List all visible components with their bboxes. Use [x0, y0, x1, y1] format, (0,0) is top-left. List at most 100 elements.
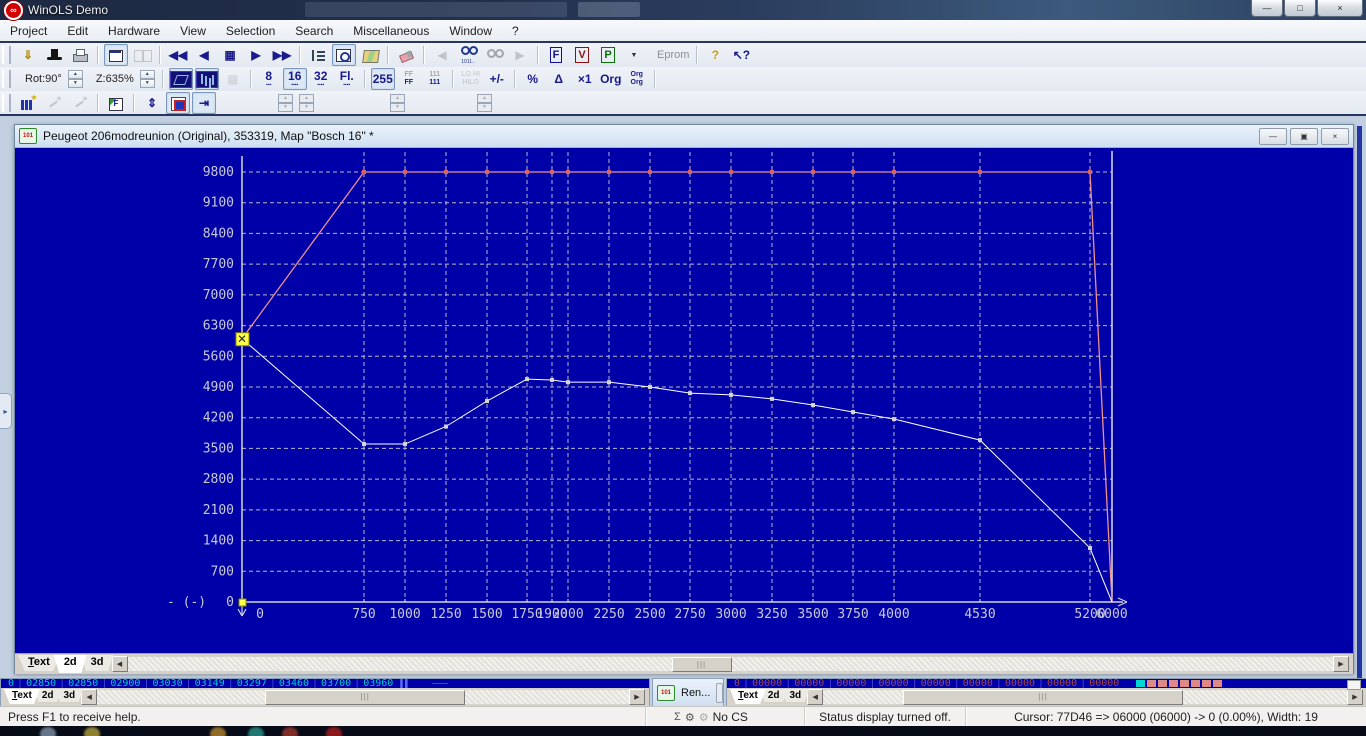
- view-2d-icon[interactable]: [195, 68, 219, 90]
- go-last-icon[interactable]: ▶▶: [270, 44, 294, 66]
- spinner-up-icon[interactable]: ▲: [299, 94, 314, 103]
- maximize-button[interactable]: □: [1284, 0, 1316, 17]
- percent-view-icon[interactable]: P: [596, 44, 620, 66]
- spinner-up-icon[interactable]: ▲: [390, 94, 405, 103]
- map-wizard-icon[interactable]: [16, 92, 40, 114]
- eraser-icon[interactable]: [394, 44, 418, 66]
- scrollbar-thumb[interactable]: |||: [265, 690, 465, 705]
- close-button[interactable]: ×: [1317, 0, 1363, 17]
- import-icon[interactable]: ⇓: [16, 44, 40, 66]
- decimal-display-icon[interactable]: 255: [371, 68, 395, 90]
- binary-display-icon[interactable]: 111111: [423, 68, 447, 90]
- spinner-down-icon[interactable]: ▼: [477, 103, 492, 112]
- background-window-right[interactable]: 0|00000|00000|00000|00000|00000|00000|00…: [726, 678, 1366, 708]
- taskbar-app-icon[interactable]: [210, 727, 226, 736]
- toolbar-grip[interactable]: [2, 70, 11, 88]
- map-window-titlebar[interactable]: 101 Peugeot 206modreunion (Original), 35…: [15, 125, 1353, 148]
- scrollbar-track[interactable]: |||: [97, 690, 629, 704]
- map-2d-chart[interactable]: 0700140021002800350042004900560063007000…: [15, 148, 1349, 653]
- print-icon[interactable]: [68, 44, 92, 66]
- factor-icon[interactable]: ×1: [573, 68, 597, 90]
- axis-spinner-a[interactable]: ▲▼: [278, 94, 293, 112]
- tab-text[interactable]: Text: [4, 689, 40, 704]
- spinner-up-icon[interactable]: ▲: [477, 94, 492, 103]
- spinner-up-icon[interactable]: ▲: [68, 70, 83, 79]
- menu-item-miscellaneous[interactable]: Miscellaneous: [343, 22, 439, 40]
- cell-value[interactable]: 0: [8, 679, 14, 688]
- percent-display-icon[interactable]: %: [521, 68, 545, 90]
- search-forward-icon[interactable]: ▶: [508, 44, 532, 66]
- cell-value[interactable]: 02850: [68, 679, 98, 688]
- windows-taskbar[interactable]: [0, 726, 1366, 736]
- view-3d-icon[interactable]: [169, 68, 193, 90]
- panel-flyout-handle[interactable]: ▸: [0, 393, 12, 429]
- column-width-icon[interactable]: ⇥: [192, 92, 216, 114]
- tab-3d[interactable]: 3d: [782, 689, 810, 702]
- cell-value[interactable]: 03460: [279, 679, 309, 688]
- app-titlebar[interactable]: ∞ WinOLS Demo —□×: [0, 0, 1366, 20]
- new-window-icon[interactable]: [104, 44, 128, 66]
- menu-item-search[interactable]: Search: [285, 22, 343, 40]
- map-wizard-3-icon[interactable]: [68, 92, 92, 114]
- scroll-right-icon[interactable]: ▶: [629, 689, 645, 705]
- search-binoculars-icon[interactable]: 1011..: [456, 44, 480, 66]
- scrollbar-thumb[interactable]: |||: [903, 690, 1183, 705]
- toolbar-grip[interactable]: [2, 46, 11, 64]
- taskbar-app-icon[interactable]: [248, 727, 264, 736]
- cell-value[interactable]: 00000: [921, 679, 951, 688]
- insert-map-icon[interactable]: [104, 92, 128, 114]
- map-2d-view[interactable]: 0700140021002800350042004900560063007000…: [15, 148, 1353, 653]
- project-tree-icon[interactable]: [306, 44, 330, 66]
- cell-value[interactable]: 03700: [321, 679, 351, 688]
- difference-icon[interactable]: Δ: [547, 68, 571, 90]
- word-16-icon[interactable]: 16▪▪▪▪: [283, 68, 307, 90]
- hex-display-icon[interactable]: FFFF: [397, 68, 421, 90]
- spinner-up-icon[interactable]: ▲: [140, 70, 155, 79]
- cell-value[interactable]: 02850: [26, 679, 56, 688]
- cell-value[interactable]: 00000: [1089, 679, 1119, 688]
- signed-icon[interactable]: +/-: [485, 68, 509, 90]
- zoom-spinner[interactable]: ▲▼: [140, 70, 155, 88]
- scrollbar-track[interactable]: |||: [128, 657, 1334, 671]
- background-window-left[interactable]: 0|02850|02850|02900|03030|03149|03297|03…: [0, 678, 650, 708]
- tab-3d[interactable]: 3d: [56, 689, 84, 702]
- demo-hat-icon[interactable]: [42, 44, 66, 66]
- taskbar-start-orb[interactable]: [40, 727, 56, 736]
- menu-item-[interactable]: ?: [502, 22, 529, 40]
- minimize-button[interactable]: —: [1251, 0, 1283, 17]
- map-list-icon[interactable]: [358, 44, 382, 66]
- cell-value[interactable]: 00000: [963, 679, 993, 688]
- dword-32-icon[interactable]: 32▪▪▪▪: [309, 68, 333, 90]
- tab-2d[interactable]: 2d: [54, 655, 87, 673]
- frame-map-icon[interactable]: [166, 92, 190, 114]
- go-first-icon[interactable]: ◀◀: [166, 44, 190, 66]
- cell-value[interactable]: 03297: [237, 679, 267, 688]
- preview-window-icon[interactable]: [332, 44, 356, 66]
- menu-item-hardware[interactable]: Hardware: [98, 22, 170, 40]
- background-window-button[interactable]: [1347, 680, 1361, 690]
- byte-order-icon[interactable]: LO HIHILO: [459, 68, 483, 90]
- taskbar-app-icon[interactable]: [326, 727, 342, 736]
- spinner-up-icon[interactable]: ▲: [278, 94, 293, 103]
- minimize-button[interactable]: —: [1259, 128, 1287, 145]
- fixpoint-view-icon[interactable]: F: [544, 44, 568, 66]
- background-window-ren[interactable]: 101 Ren...: [652, 678, 724, 708]
- taskbar-app-icon[interactable]: [282, 727, 298, 736]
- cell-value[interactable]: 00000: [752, 679, 782, 688]
- cell-value[interactable]: 00000: [878, 679, 908, 688]
- spinner-down-icon[interactable]: ▼: [140, 79, 155, 88]
- axis-spinner-b[interactable]: ▲▼: [299, 94, 314, 112]
- scroll-right-icon[interactable]: ▶: [1333, 656, 1349, 672]
- search-repeat-icon[interactable]: [482, 44, 506, 66]
- value-view-icon[interactable]: V: [570, 44, 594, 66]
- restore-button[interactable]: ▣: [1290, 128, 1318, 145]
- cell-value[interactable]: 00000: [794, 679, 824, 688]
- cell-value[interactable]: 03149: [195, 679, 225, 688]
- float-icon[interactable]: Fl.▪▪▪▪: [335, 68, 359, 90]
- scroll-left-icon[interactable]: ◀: [807, 689, 823, 705]
- close-button[interactable]: ×: [1321, 128, 1349, 145]
- cell-value[interactable]: 00000: [1005, 679, 1035, 688]
- cell-value[interactable]: 03030: [152, 679, 182, 688]
- byte-8-icon[interactable]: 8▪▪▪: [257, 68, 281, 90]
- menu-item-edit[interactable]: Edit: [57, 22, 98, 40]
